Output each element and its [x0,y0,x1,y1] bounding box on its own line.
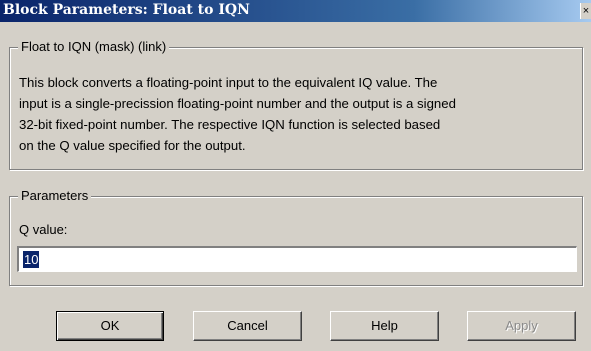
q-value-text: 10 [23,251,40,268]
cancel-button[interactable]: Cancel [193,311,302,341]
mask-group-legend: Float to IQN (mask) (link) [18,39,170,54]
q-value-input[interactable]: 10 [17,246,577,272]
ok-button[interactable]: OK [56,311,164,341]
description-line: input is a single-precission floating-po… [19,96,456,111]
description-line: This block converts a floating-point inp… [19,75,438,90]
q-value-label: Q value: [19,222,68,237]
block-description: This block converts a floating-point inp… [19,72,579,156]
description-line: 32-bit fixed-point number. The respectiv… [19,117,441,132]
window-title: Block Parameters: Float to IQN [3,2,250,18]
description-line: on the Q value specified for the output. [19,138,246,153]
mask-description-group: Float to IQN (mask) (link) This block co… [9,39,583,170]
apply-button[interactable]: Apply [467,311,576,341]
help-button[interactable]: Help [330,311,439,341]
close-icon[interactable]: × [580,3,591,19]
parameters-group: Parameters Q value: [9,188,583,286]
title-bar[interactable]: Block Parameters: Float to IQN × [0,0,591,22]
parameters-group-legend: Parameters [18,188,92,203]
